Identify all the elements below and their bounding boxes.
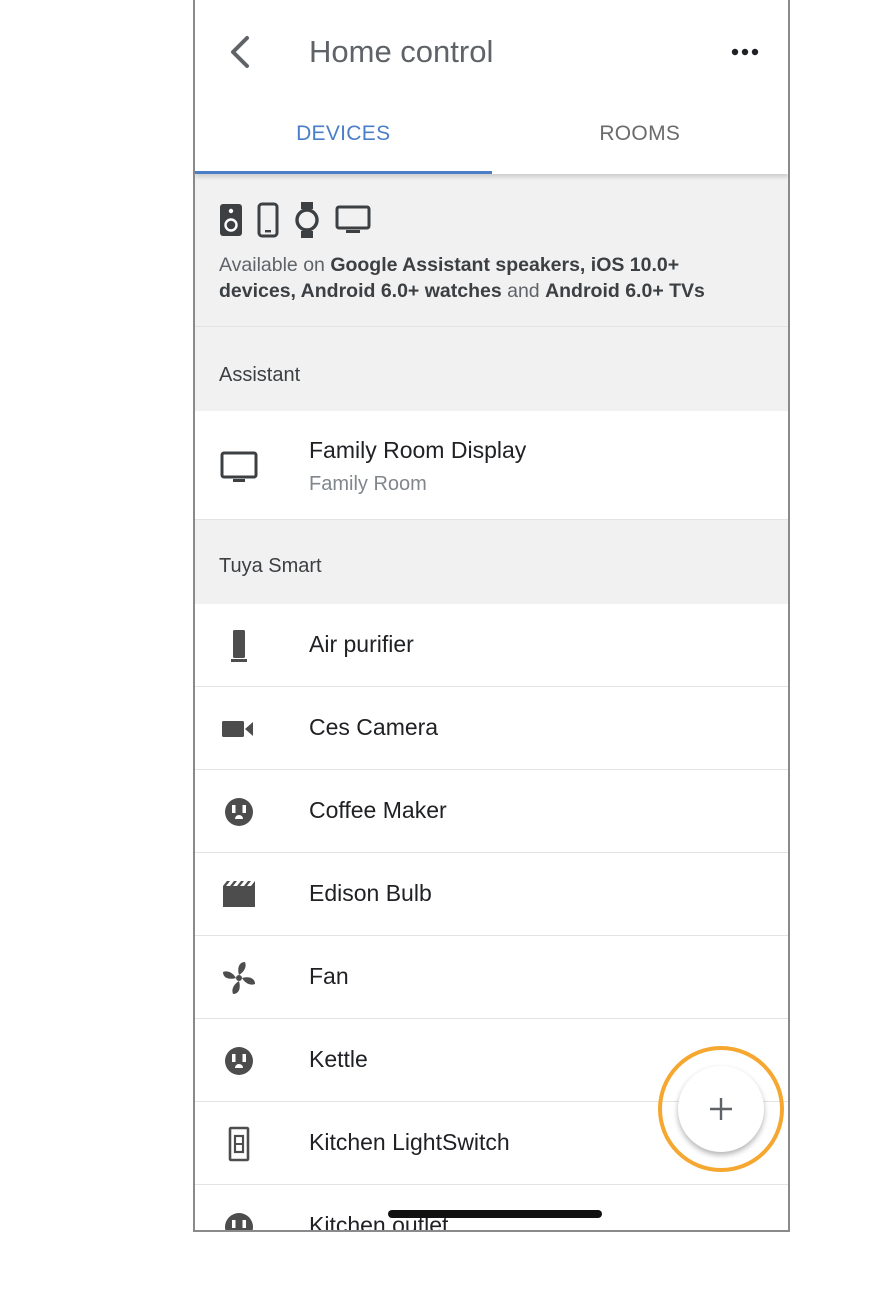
availability-speakers: Google Assistant speakers, iOS 10.0+ bbox=[330, 254, 680, 276]
app-bar: Home control bbox=[195, 0, 788, 100]
device-row-coffee-maker[interactable]: Coffee Maker bbox=[195, 770, 788, 853]
device-name: Ces Camera bbox=[309, 714, 439, 740]
device-name: Air purifier bbox=[309, 631, 414, 657]
availability-text: Available on Google Assistant speakers, … bbox=[219, 252, 779, 304]
device-row-edison-bulb[interactable]: Edison Bulb bbox=[195, 853, 788, 936]
fan-icon bbox=[223, 962, 255, 994]
tab-indicator bbox=[195, 171, 492, 174]
device-name: Kitchen LightSwitch bbox=[309, 1129, 510, 1155]
availability-watches: devices, Android 6.0+ watches bbox=[219, 280, 502, 302]
phone-screen: Home control DEVICES ROOMS Available on … bbox=[193, 0, 790, 1232]
air-purifier-icon bbox=[231, 630, 247, 662]
availability-prefix: Available on bbox=[219, 254, 331, 276]
availability-banner: Available on Google Assistant speakers, … bbox=[195, 174, 788, 327]
fab-highlight-ring bbox=[658, 1046, 784, 1172]
outlet-icon bbox=[225, 1213, 253, 1230]
device-room: Family Room bbox=[309, 473, 427, 495]
scene-icon bbox=[223, 881, 255, 907]
device-name: Edison Bulb bbox=[309, 880, 432, 906]
page-title: Home control bbox=[309, 34, 494, 69]
section-label: Assistant bbox=[219, 364, 301, 386]
outlet-icon bbox=[225, 1047, 253, 1075]
device-row-fan[interactable]: Fan bbox=[195, 936, 788, 1019]
watch-icon bbox=[295, 202, 319, 238]
chevron-left-icon[interactable] bbox=[223, 32, 259, 72]
tab-bar: DEVICES ROOMS bbox=[195, 100, 788, 174]
device-row-air-purifier[interactable]: Air purifier bbox=[195, 604, 788, 687]
device-name: Family Room Display bbox=[309, 437, 527, 463]
device-name: Kettle bbox=[309, 1046, 368, 1072]
section-header-tuya-smart: Tuya Smart bbox=[195, 520, 788, 604]
display-icon bbox=[220, 451, 258, 482]
device-row-family-room-display[interactable]: Family Room Display Family Room bbox=[195, 411, 788, 520]
device-name: Fan bbox=[309, 963, 349, 989]
platform-icons bbox=[219, 202, 371, 238]
tab-rooms[interactable]: ROOMS bbox=[492, 100, 789, 174]
device-row-kitchen-outlet[interactable]: Kitchen outlet bbox=[195, 1185, 788, 1230]
home-indicator[interactable] bbox=[388, 1210, 602, 1218]
section-header-assistant: Assistant bbox=[195, 327, 788, 411]
camera-icon bbox=[222, 721, 253, 737]
light-switch-icon bbox=[228, 1126, 250, 1162]
speaker-icon bbox=[220, 204, 242, 236]
availability-and: and bbox=[501, 280, 546, 302]
phone-icon bbox=[257, 202, 279, 238]
device-name: Coffee Maker bbox=[309, 797, 447, 823]
tv-icon bbox=[335, 205, 371, 233]
outlet-icon bbox=[225, 798, 253, 826]
section-label: Tuya Smart bbox=[219, 555, 322, 577]
availability-tvs: Android 6.0+ TVs bbox=[545, 280, 705, 302]
device-row-ces-camera[interactable]: Ces Camera bbox=[195, 687, 788, 770]
more-horiz-icon[interactable] bbox=[725, 36, 765, 68]
tab-devices[interactable]: DEVICES bbox=[195, 100, 492, 174]
